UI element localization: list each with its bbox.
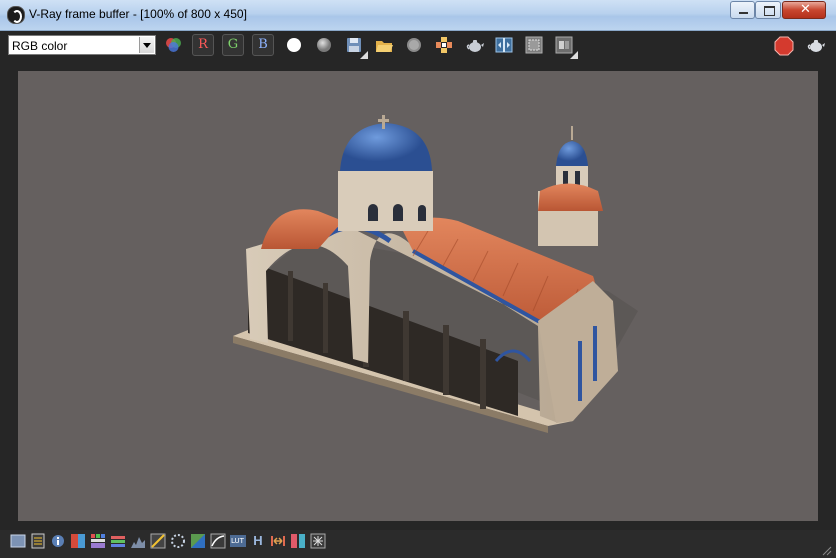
bottom-toolbar: LUT H (0, 530, 836, 558)
color-clamp-icon (31, 533, 45, 549)
exposure-icon (191, 534, 205, 548)
blue-channel-button[interactable]: B (252, 34, 274, 56)
pixel-aspect-icon (91, 534, 105, 548)
maximize-icon (764, 6, 775, 16)
compare-ab-icon (495, 37, 513, 53)
curve-icon (171, 534, 185, 548)
render-image[interactable] (18, 71, 818, 521)
church-render-image (233, 115, 638, 433)
clear-image-button[interactable] (403, 34, 425, 56)
vfb-toolbar: RGB color R G B (0, 31, 836, 60)
render-panel (0, 60, 836, 530)
chevron-down-icon[interactable] (139, 37, 154, 53)
window-title: V-Ray frame buffer - [100% of 800 x 450] (29, 7, 247, 21)
stop-render-button[interactable] (772, 34, 794, 56)
link-to-vfb-icon (555, 36, 573, 54)
curve-button[interactable] (170, 533, 186, 549)
lens-effects-icon (310, 533, 326, 549)
region-render-button[interactable] (523, 34, 545, 56)
track-mouse-button[interactable] (433, 34, 455, 56)
clear-image-icon (407, 38, 421, 52)
channel-select-value: RGB color (12, 39, 68, 53)
alpha-channel-button[interactable] (283, 34, 305, 56)
render-last-button[interactable] (804, 34, 826, 56)
region-render-icon (525, 36, 543, 54)
track-mouse-icon (436, 37, 452, 53)
stereo-icon (111, 536, 125, 547)
channel-select[interactable]: RGB color (8, 35, 156, 55)
color-clamp-button[interactable] (30, 533, 46, 549)
histogram-button[interactable] (130, 533, 146, 549)
color-balance-icon (271, 536, 285, 546)
title-bar: V-Ray frame buffer - [100% of 800 x 450]… (0, 0, 836, 31)
teapot-render-last-icon (807, 40, 825, 52)
lut-toggle-button[interactable]: LUT (230, 533, 246, 549)
info-button[interactable] (50, 533, 66, 549)
info-icon (52, 535, 64, 547)
vray-app-icon[interactable] (7, 6, 25, 24)
save-image-button[interactable] (343, 34, 368, 59)
level-adjust-icon (150, 533, 166, 549)
save-icon (347, 38, 361, 52)
display-correction-button[interactable] (10, 533, 26, 549)
resize-grip-icon[interactable] (822, 546, 832, 556)
ocio-icon (291, 534, 305, 548)
lut-label: LUT (231, 537, 244, 545)
color-balance-button[interactable] (270, 533, 286, 549)
white-balance-button[interactable] (210, 533, 226, 549)
lut-icon (71, 534, 85, 548)
compare-ab-button[interactable] (493, 34, 515, 56)
close-icon: ✕ (800, 2, 811, 17)
lens-effects-button[interactable] (310, 533, 326, 549)
display-correction-icon (10, 534, 26, 548)
maximize-button[interactable] (755, 1, 781, 19)
close-button[interactable]: ✕ (782, 1, 826, 19)
channels-toggle-button[interactable] (162, 34, 184, 56)
minimize-icon (739, 12, 748, 14)
pixel-aspect-button[interactable] (90, 533, 106, 549)
load-image-button[interactable] (373, 34, 395, 56)
teapot-render-icon (466, 40, 484, 52)
ocio-button[interactable] (290, 533, 306, 549)
link-to-vfb-button[interactable] (553, 34, 578, 59)
gray-circle-icon (317, 38, 331, 52)
channels-icon (166, 38, 181, 52)
white-circle-icon (287, 38, 301, 52)
hsl-button[interactable]: H (250, 533, 266, 549)
render-button[interactable] (463, 34, 485, 56)
monochrome-button[interactable] (313, 34, 335, 56)
stereo-button[interactable] (110, 533, 126, 549)
red-channel-button[interactable]: R (192, 34, 214, 56)
white-balance-icon (210, 533, 226, 549)
exposure-button[interactable] (190, 533, 206, 549)
stop-icon (774, 36, 794, 56)
minimize-button[interactable] (730, 1, 755, 19)
green-channel-button[interactable]: G (222, 34, 244, 56)
histogram-icon (131, 537, 145, 548)
level-adjust-button[interactable] (150, 533, 166, 549)
open-folder-icon (376, 41, 393, 52)
lut-button[interactable] (70, 533, 86, 549)
